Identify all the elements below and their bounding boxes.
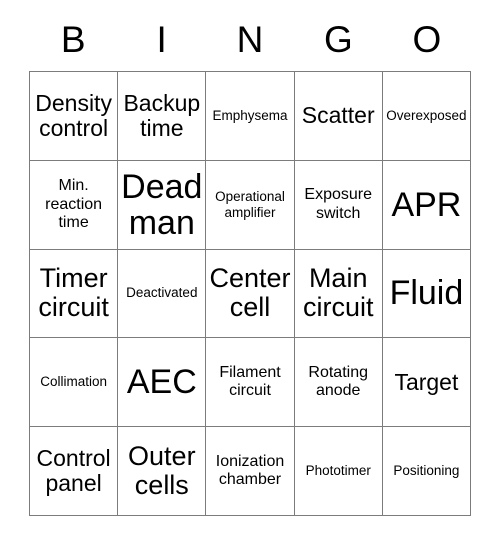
- bingo-cell-label: Emphysema: [212, 107, 288, 123]
- bingo-grid: Density control Backup time Emphysema Sc…: [29, 71, 472, 516]
- bingo-cell-b4[interactable]: Collimation: [30, 338, 119, 428]
- bingo-cell-label: Outer cells: [128, 440, 196, 501]
- bingo-cell-g2[interactable]: Exposure switch: [294, 160, 383, 250]
- bingo-cell-o4[interactable]: Target: [382, 338, 472, 428]
- bingo-cell-o1[interactable]: Overexposed: [382, 72, 472, 161]
- bingo-header-letter-o: O: [412, 19, 442, 60]
- bingo-header-letter-n: N: [236, 19, 264, 60]
- bingo-header-letter-b: B: [60, 19, 86, 60]
- table-row: Min. reaction time Dead man Operational …: [30, 160, 472, 250]
- bingo-cell-i5[interactable]: Outer cells: [118, 427, 207, 516]
- bingo-header-letter-g: G: [324, 19, 353, 60]
- bingo-cell-g4[interactable]: Rotating anode: [294, 338, 383, 428]
- bingo-cell-g5[interactable]: Phototimer: [294, 427, 383, 516]
- bingo-cell-n2[interactable]: Operational amplifier: [206, 160, 295, 250]
- bingo-cell-label: Filament circuit: [219, 363, 281, 400]
- bingo-cell-i3[interactable]: Deactivated: [118, 249, 207, 339]
- bingo-cell-label: Density control: [35, 89, 112, 141]
- bingo-header-letter-i: I: [156, 19, 167, 60]
- bingo-cell-label: Ionization chamber: [215, 452, 285, 489]
- bingo-cell-label: Deactivated: [126, 285, 198, 301]
- bingo-card: B I N G O Density control Backup time Em…: [29, 8, 472, 516]
- bingo-cell-label: Rotating anode: [308, 363, 368, 400]
- bingo-cell-n5[interactable]: Ionization chamber: [206, 427, 295, 516]
- bingo-cell-label: Center cell: [209, 263, 291, 323]
- bingo-cell-i1[interactable]: Backup time: [118, 72, 207, 161]
- table-row: Collimation AEC Filament circuit Rotatin…: [30, 338, 472, 428]
- bingo-cell-label: APR: [391, 185, 462, 224]
- table-row: Control panel Outer cells Ionization cha…: [30, 427, 472, 516]
- bingo-cell-o5[interactable]: Positioning: [382, 427, 472, 516]
- bingo-cell-o2[interactable]: APR: [382, 160, 472, 250]
- bingo-cell-label: Control panel: [36, 444, 111, 497]
- bingo-cell-label: Min. reaction time: [45, 177, 103, 231]
- bingo-cell-i2[interactable]: Dead man: [118, 160, 207, 250]
- bingo-cell-n4[interactable]: Filament circuit: [206, 338, 295, 428]
- bingo-cell-n1[interactable]: Emphysema: [206, 72, 295, 161]
- bingo-cell-b1[interactable]: Density control: [30, 72, 119, 161]
- bingo-cell-label: AEC: [126, 363, 197, 402]
- bingo-cell-b5[interactable]: Control panel: [30, 427, 119, 516]
- bingo-cell-b3[interactable]: Timer circuit: [30, 249, 119, 339]
- bingo-cell-label: Operational amplifier: [215, 188, 285, 220]
- bingo-cell-label: Dead man: [121, 167, 203, 242]
- bingo-cell-label: Phototimer: [305, 462, 371, 478]
- bingo-cell-label: Backup time: [123, 89, 201, 141]
- table-row: Density control Backup time Emphysema Sc…: [30, 72, 472, 161]
- bingo-cell-i4[interactable]: AEC: [118, 338, 207, 428]
- bingo-cell-label: Positioning: [393, 462, 460, 478]
- bingo-header-row: B I N G O: [29, 8, 471, 71]
- bingo-cell-label: Overexposed: [386, 107, 467, 123]
- bingo-cell-o3[interactable]: Fluid: [382, 249, 472, 339]
- bingo-cell-g1[interactable]: Scatter: [294, 72, 383, 161]
- bingo-cell-g3[interactable]: Main circuit: [294, 249, 383, 339]
- bingo-cell-b2[interactable]: Min. reaction time: [30, 160, 119, 250]
- bingo-cell-label: Exposure switch: [304, 186, 372, 222]
- bingo-cell-label: Main circuit: [302, 263, 374, 323]
- bingo-cell-label: Timer circuit: [38, 263, 109, 323]
- bingo-cell-n3-free-center[interactable]: Center cell: [206, 249, 295, 339]
- bingo-cell-label: Target: [394, 368, 459, 395]
- bingo-cell-label: Fluid: [389, 274, 464, 313]
- bingo-cell-label: Scatter: [301, 102, 375, 129]
- bingo-cell-label: Collimation: [40, 374, 107, 390]
- table-row: Timer circuit Deactivated Center cell Ma…: [30, 249, 472, 339]
